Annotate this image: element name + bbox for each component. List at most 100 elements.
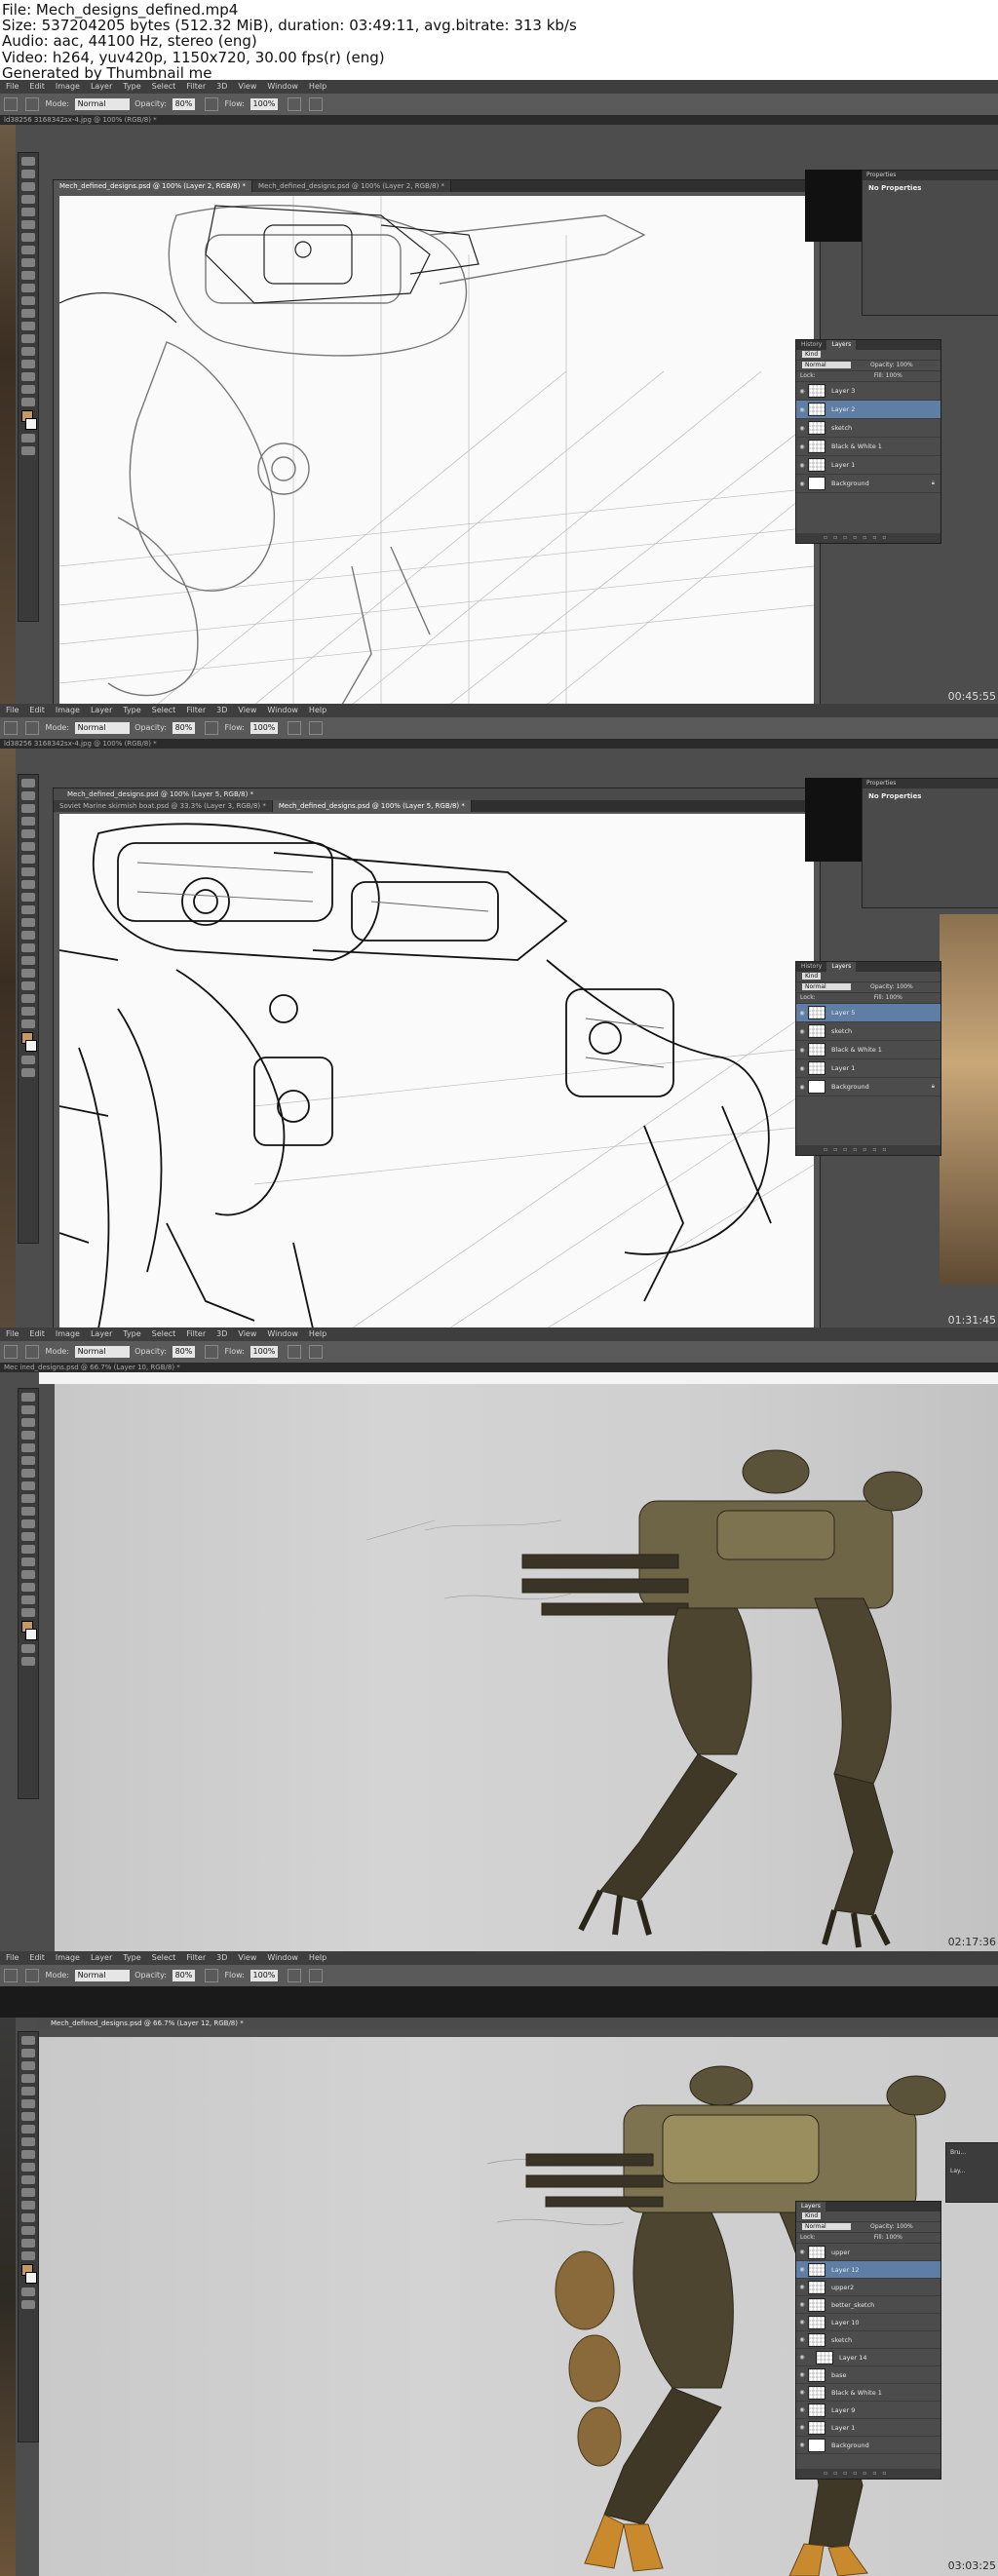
gradient-tool-icon[interactable] xyxy=(21,918,35,927)
brush-panel-icon[interactable] xyxy=(25,720,39,735)
quick-mask-icon[interactable] xyxy=(21,1644,35,1653)
gradient-tool-icon[interactable] xyxy=(21,1532,35,1541)
layer-row[interactable]: ◉ Layer 3 xyxy=(796,382,940,401)
gradient-tool-icon[interactable] xyxy=(21,2175,35,2184)
tab-layers[interactable]: Layers xyxy=(826,962,857,972)
flow-input[interactable]: 100% xyxy=(250,97,279,110)
menu-image[interactable]: Image xyxy=(56,704,80,717)
quick-mask-icon[interactable] xyxy=(21,2288,35,2296)
visibility-eye-icon[interactable]: ◉ xyxy=(796,462,808,469)
menu-edit[interactable]: Edit xyxy=(29,80,45,94)
menu-edit[interactable]: Edit xyxy=(29,704,45,717)
visibility-eye-icon[interactable]: ◉ xyxy=(796,2284,808,2290)
menu-3d[interactable]: 3D xyxy=(216,1951,227,1965)
gradient-tool-icon[interactable] xyxy=(21,296,35,305)
marquee-tool-icon[interactable] xyxy=(21,2049,35,2057)
layer-row[interactable]: ◉ base xyxy=(796,2366,940,2384)
layer-opacity[interactable]: Opacity: 100% xyxy=(870,983,913,990)
menu-type[interactable]: Type xyxy=(123,80,140,94)
menu-view[interactable]: View xyxy=(238,1327,256,1341)
history-brush-icon[interactable] xyxy=(21,271,35,280)
brush-tool-icon[interactable] xyxy=(21,2125,35,2134)
background-color-swatch[interactable] xyxy=(25,2272,37,2284)
crop-tool-icon[interactable] xyxy=(21,208,35,216)
pen-tool-icon[interactable] xyxy=(21,1570,35,1579)
sketch-canvas[interactable] xyxy=(59,814,814,1327)
menu-help[interactable]: Help xyxy=(309,1951,326,1965)
type-tool-icon[interactable] xyxy=(21,347,35,356)
doc-tab-active[interactable]: Mech_defined_designs.psd @ 100% (Layer 2… xyxy=(54,180,253,192)
shape-tool-icon[interactable] xyxy=(21,994,35,1003)
layers-panel-footer-icons[interactable]: ▫▫▫▫▫▫▫ xyxy=(796,533,940,543)
menu-filter[interactable]: Filter xyxy=(186,1327,206,1341)
quick-select-tool-icon[interactable] xyxy=(21,2074,35,2083)
layer-row-selected[interactable]: ◉ Layer 12 xyxy=(796,2261,940,2279)
dodge-tool-icon[interactable] xyxy=(21,1557,35,1566)
eyedropper-tool-icon[interactable] xyxy=(21,842,35,851)
menu-layer[interactable]: Layer xyxy=(91,1951,112,1965)
mode-select[interactable]: Normal xyxy=(74,1969,130,1981)
opacity-input[interactable]: 80% xyxy=(172,721,196,734)
menu-3d[interactable]: 3D xyxy=(216,704,227,717)
visibility-eye-icon[interactable]: ◉ xyxy=(796,2389,808,2396)
path-select-icon[interactable] xyxy=(21,360,35,368)
layer-row[interactable]: ◉ upper2 xyxy=(796,2279,940,2296)
visibility-eye-icon[interactable]: ◉ xyxy=(796,2354,808,2361)
menu-view[interactable]: View xyxy=(238,80,256,94)
lasso-tool-icon[interactable] xyxy=(21,1418,35,1427)
healing-tool-icon[interactable] xyxy=(21,2112,35,2121)
pressure-opacity-icon[interactable] xyxy=(204,96,218,111)
layers-panel-footer-icons[interactable]: ▫▫▫▫▫▫▫ xyxy=(796,1145,940,1155)
menu-window[interactable]: Window xyxy=(267,704,298,717)
layer-row[interactable]: ◉ Black & White 1 xyxy=(796,438,940,456)
mode-select[interactable]: Normal xyxy=(74,97,130,110)
brush-preset-icon[interactable] xyxy=(4,1344,18,1359)
blend-mode-select[interactable]: Normal xyxy=(802,983,851,990)
kind-filter-select[interactable]: Kind xyxy=(802,973,822,980)
layer-row[interactable]: ◉ sketch xyxy=(796,1022,940,1041)
doc-tab-active[interactable]: Mech_defined_designs.psd @ 100% (Layer 5… xyxy=(272,800,472,812)
layer-opacity[interactable]: Opacity: 100% xyxy=(870,362,913,368)
layer-row[interactable]: ◉ Layer 1 xyxy=(796,456,940,475)
visibility-eye-icon[interactable]: ◉ xyxy=(796,2319,808,2326)
healing-tool-icon[interactable] xyxy=(21,1469,35,1478)
airbrush-icon[interactable] xyxy=(287,1344,301,1359)
doc-tab-first[interactable]: Soviet Marine skirmish boat.psd @ 33.3% … xyxy=(54,800,273,812)
crop-tool-icon[interactable] xyxy=(21,1443,35,1452)
menu-image[interactable]: Image xyxy=(56,1951,80,1965)
dodge-tool-icon[interactable] xyxy=(21,943,35,952)
menu-filter[interactable]: Filter xyxy=(186,80,206,94)
eyedropper-tool-icon[interactable] xyxy=(21,2099,35,2108)
menu-select[interactable]: Select xyxy=(152,1951,176,1965)
layer-row[interactable]: ◉ Layer 1 xyxy=(796,2419,940,2437)
menu-3d[interactable]: 3D xyxy=(216,1327,227,1341)
screen-mode-icon[interactable] xyxy=(21,1657,35,1666)
hand-tool-icon[interactable] xyxy=(21,1007,35,1016)
blur-tool-icon[interactable] xyxy=(21,309,35,318)
visibility-eye-icon[interactable]: ◉ xyxy=(796,2371,808,2378)
visibility-eye-icon[interactable]: ◉ xyxy=(796,481,808,487)
layers-panel-shortcut[interactable]: Lay... xyxy=(946,2162,998,2180)
visibility-eye-icon[interactable]: ◉ xyxy=(796,1084,808,1091)
menu-layer[interactable]: Layer xyxy=(91,80,112,94)
quick-mask-icon[interactable] xyxy=(21,1056,35,1064)
menu-view[interactable]: View xyxy=(238,704,256,717)
pressure-opacity-icon[interactable] xyxy=(204,1344,218,1359)
menu-image[interactable]: Image xyxy=(56,80,80,94)
clone-tool-icon[interactable] xyxy=(21,2137,35,2146)
layer-row[interactable]: ◉ Black & White 1 xyxy=(796,1041,940,1059)
marquee-tool-icon[interactable] xyxy=(21,1405,35,1414)
quick-select-tool-icon[interactable] xyxy=(21,817,35,826)
screen-mode-icon[interactable] xyxy=(21,446,35,455)
airbrush-icon[interactable] xyxy=(287,1968,301,1982)
flow-input[interactable]: 100% xyxy=(250,721,279,734)
visibility-eye-icon[interactable]: ◉ xyxy=(796,2441,808,2448)
menu-filter[interactable]: Filter xyxy=(186,704,206,717)
airbrush-icon[interactable] xyxy=(287,720,301,735)
layer-row[interactable]: ◉ sketch xyxy=(796,419,940,438)
opacity-input[interactable]: 80% xyxy=(172,1969,196,1981)
clone-tool-icon[interactable] xyxy=(21,1494,35,1503)
path-select-icon[interactable] xyxy=(21,981,35,990)
type-tool-icon[interactable] xyxy=(21,2226,35,2235)
menu-edit[interactable]: Edit xyxy=(29,1327,45,1341)
